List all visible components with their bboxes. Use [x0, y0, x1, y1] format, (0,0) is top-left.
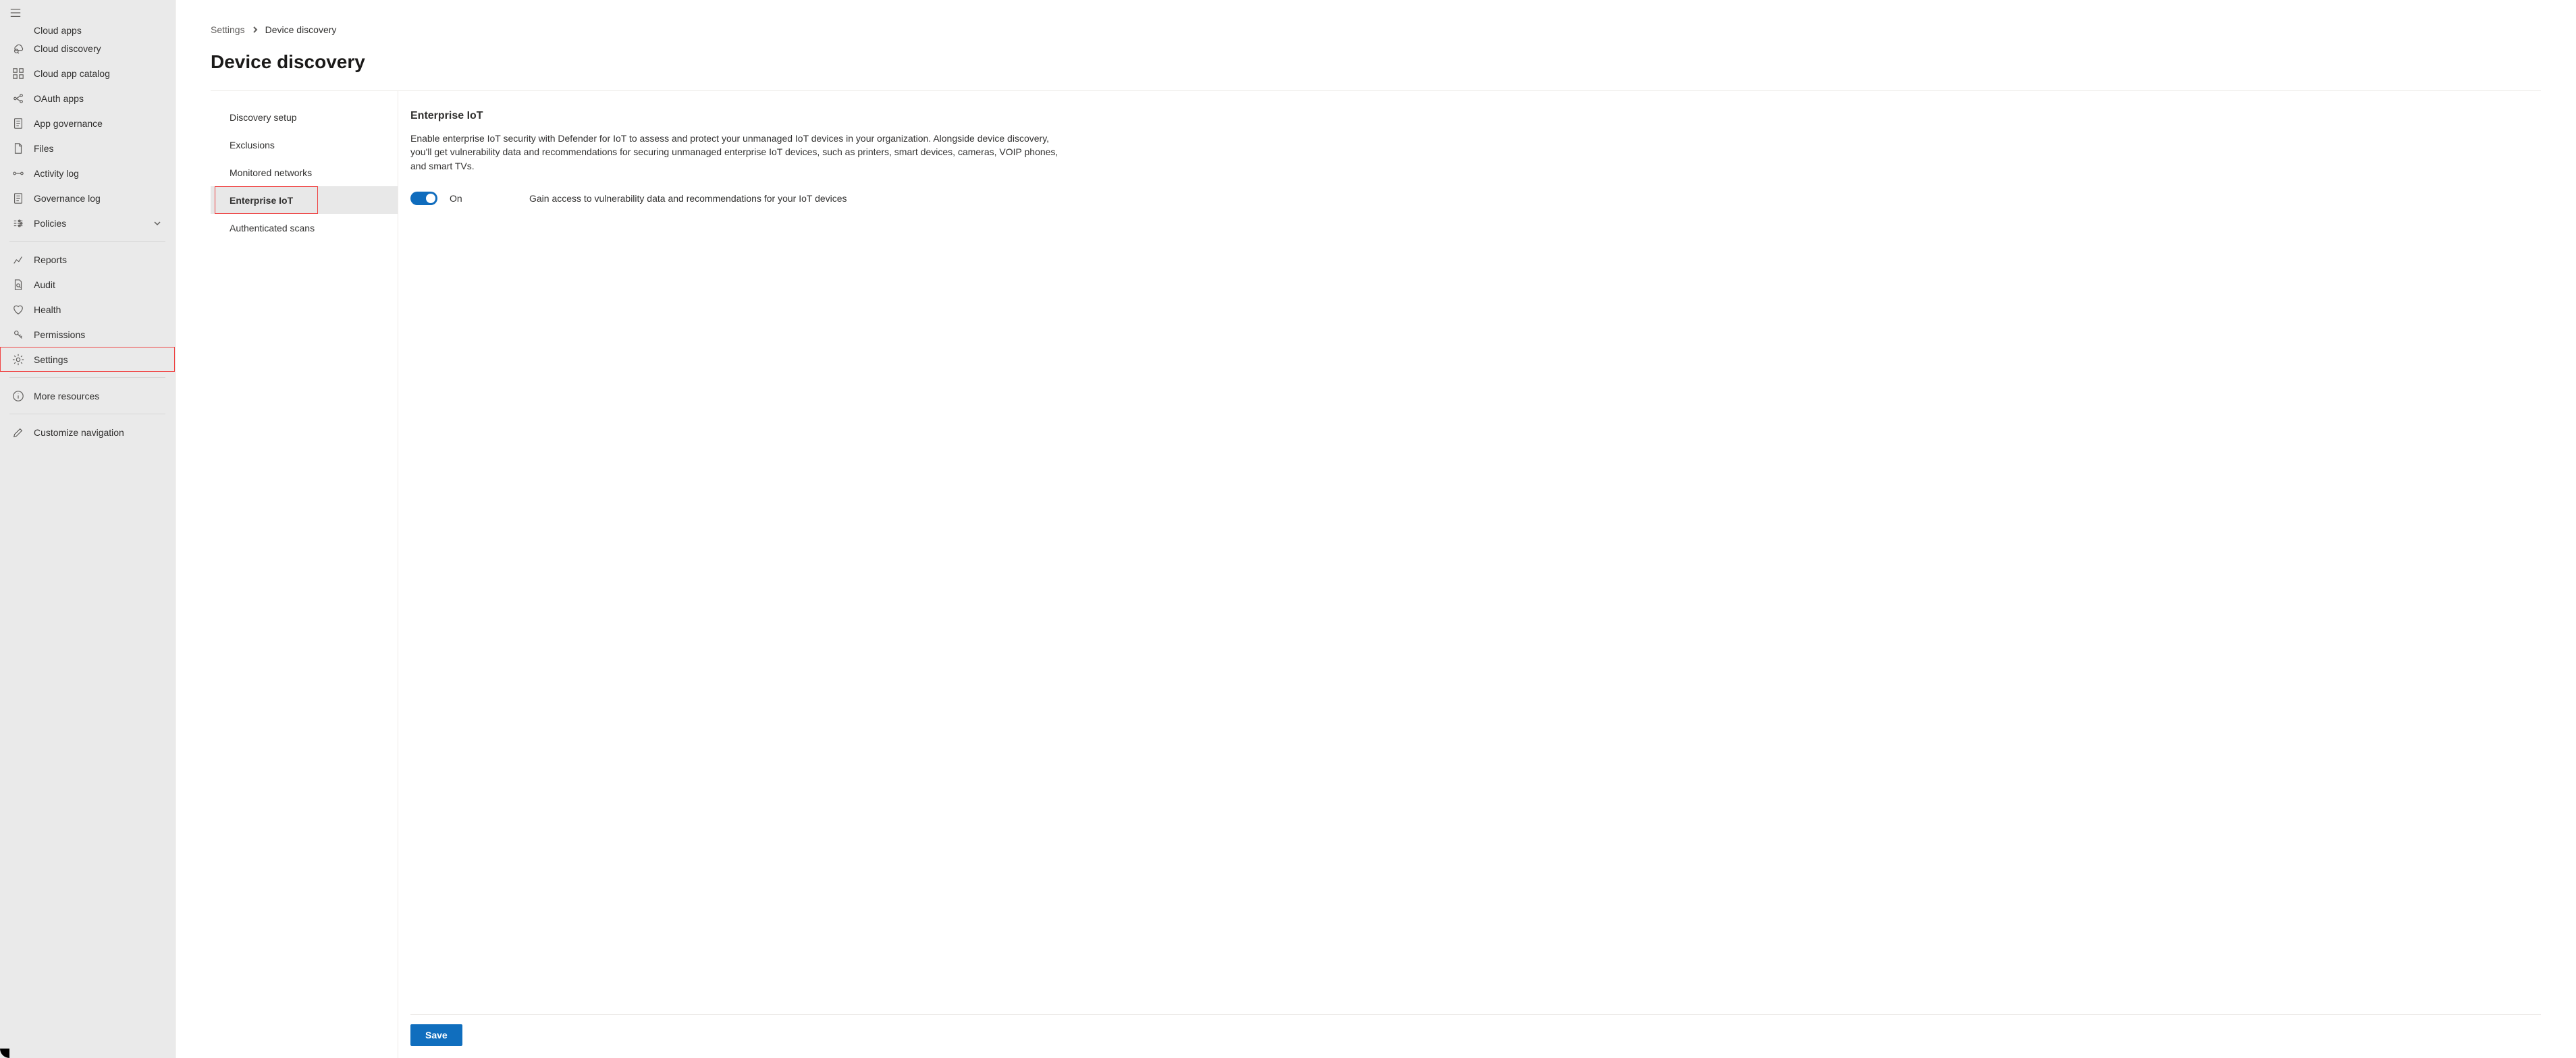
sidebar-item-cloud-apps[interactable]: Cloud apps	[0, 25, 175, 36]
nav-divider	[9, 377, 165, 378]
sidebar-item-permissions[interactable]: Permissions	[0, 322, 175, 347]
tab-label: Monitored networks	[230, 167, 312, 178]
sidebar-item-label: App governance	[34, 118, 103, 129]
sidebar-item-policies[interactable]: Policies	[0, 211, 175, 235]
sidebar-item-label: Files	[34, 143, 54, 154]
sidebar-item-oauth-apps[interactable]: OAuth apps	[0, 86, 175, 111]
sidebar-item-label: Governance log	[34, 193, 101, 204]
toggle-row: On Gain access to vulnerability data and…	[410, 192, 2541, 205]
health-icon	[12, 304, 24, 316]
activity-icon	[12, 167, 24, 179]
chevron-right-icon	[252, 24, 259, 35]
sidebar-item-cloud-discovery[interactable]: Cloud discovery	[0, 36, 175, 61]
sidebar-item-label: Customize navigation	[34, 427, 124, 438]
sidebar-item-label: Policies	[34, 218, 66, 229]
info-icon	[12, 390, 24, 402]
tabs-column: Discovery setup Exclusions Monitored net…	[211, 91, 398, 1058]
governance-icon	[12, 117, 24, 130]
sidebar-item-settings[interactable]: Settings	[0, 347, 175, 372]
edit-icon	[12, 426, 24, 439]
sidebar-item-label: Audit	[34, 279, 55, 290]
catalog-icon	[12, 67, 24, 80]
toggle-description: Gain access to vulnerability data and re…	[529, 193, 847, 204]
sidebar-item-cloud-app-catalog[interactable]: Cloud app catalog	[0, 61, 175, 86]
sidebar-item-app-governance[interactable]: App governance	[0, 111, 175, 136]
content-column: Enterprise IoT Enable enterprise IoT sec…	[398, 91, 2541, 1058]
tab-discovery-setup[interactable]: Discovery setup	[211, 103, 398, 131]
sidebar-item-label: Cloud discovery	[34, 43, 101, 54]
cloud-apps-icon	[12, 25, 24, 36]
sidebar-item-more-resources[interactable]: More resources	[0, 383, 175, 408]
cloud-discovery-icon	[12, 43, 24, 55]
sidebar-item-audit[interactable]: Audit	[0, 272, 175, 297]
permissions-icon	[12, 329, 24, 341]
enterprise-iot-toggle[interactable]	[410, 192, 437, 205]
files-icon	[12, 142, 24, 155]
sidebar: Cloud apps Cloud discovery Cloud app cat…	[0, 0, 176, 1058]
tab-label: Exclusions	[230, 140, 275, 150]
sidebar-item-reports[interactable]: Reports	[0, 247, 175, 272]
section-description: Enable enterprise IoT security with Defe…	[410, 132, 1058, 173]
tab-exclusions[interactable]: Exclusions	[211, 131, 398, 159]
sidebar-item-label: Cloud apps	[34, 25, 82, 36]
sidebar-item-label: OAuth apps	[34, 93, 84, 104]
hamburger-button[interactable]	[0, 0, 175, 25]
footer-bar: Save	[410, 1014, 2541, 1058]
sidebar-item-label: More resources	[34, 391, 99, 401]
sidebar-nav: Cloud apps Cloud discovery Cloud app cat…	[0, 25, 175, 1058]
tab-label: Discovery setup	[230, 112, 297, 123]
governance-log-icon	[12, 192, 24, 204]
reports-icon	[12, 254, 24, 266]
breadcrumb-root[interactable]: Settings	[211, 24, 245, 35]
toggle-state-label: On	[450, 193, 483, 204]
sidebar-item-health[interactable]: Health	[0, 297, 175, 322]
page-title: Device discovery	[211, 51, 2541, 73]
audit-icon	[12, 279, 24, 291]
sidebar-item-files[interactable]: Files	[0, 136, 175, 161]
sidebar-item-customize-navigation[interactable]: Customize navigation	[0, 420, 175, 445]
breadcrumb: Settings Device discovery	[211, 24, 2541, 35]
hamburger-icon	[9, 7, 22, 21]
sidebar-item-label: Cloud app catalog	[34, 68, 110, 79]
tab-label: Authenticated scans	[230, 223, 315, 233]
oauth-icon	[12, 92, 24, 105]
save-button[interactable]: Save	[410, 1024, 462, 1046]
sidebar-item-label: Settings	[34, 354, 68, 365]
nav-divider	[9, 241, 165, 242]
sidebar-item-activity-log[interactable]: Activity log	[0, 161, 175, 186]
tab-enterprise-iot[interactable]: Enterprise IoT	[211, 186, 398, 214]
sidebar-item-label: Activity log	[34, 168, 79, 179]
settings-icon	[12, 354, 24, 366]
breadcrumb-current: Device discovery	[265, 24, 337, 35]
policies-icon	[12, 217, 24, 229]
section-title: Enterprise IoT	[410, 110, 2541, 122]
sidebar-item-label: Permissions	[34, 329, 85, 340]
tab-monitored-networks[interactable]: Monitored networks	[211, 159, 398, 186]
chevron-down-icon	[153, 219, 163, 228]
sidebar-item-governance-log[interactable]: Governance log	[0, 186, 175, 211]
main-content: Settings Device discovery Device discove…	[176, 0, 2576, 1058]
sidebar-item-label: Reports	[34, 254, 67, 265]
sidebar-item-label: Health	[34, 304, 61, 315]
tab-authenticated-scans[interactable]: Authenticated scans	[211, 214, 398, 242]
tab-label: Enterprise IoT	[230, 195, 293, 206]
